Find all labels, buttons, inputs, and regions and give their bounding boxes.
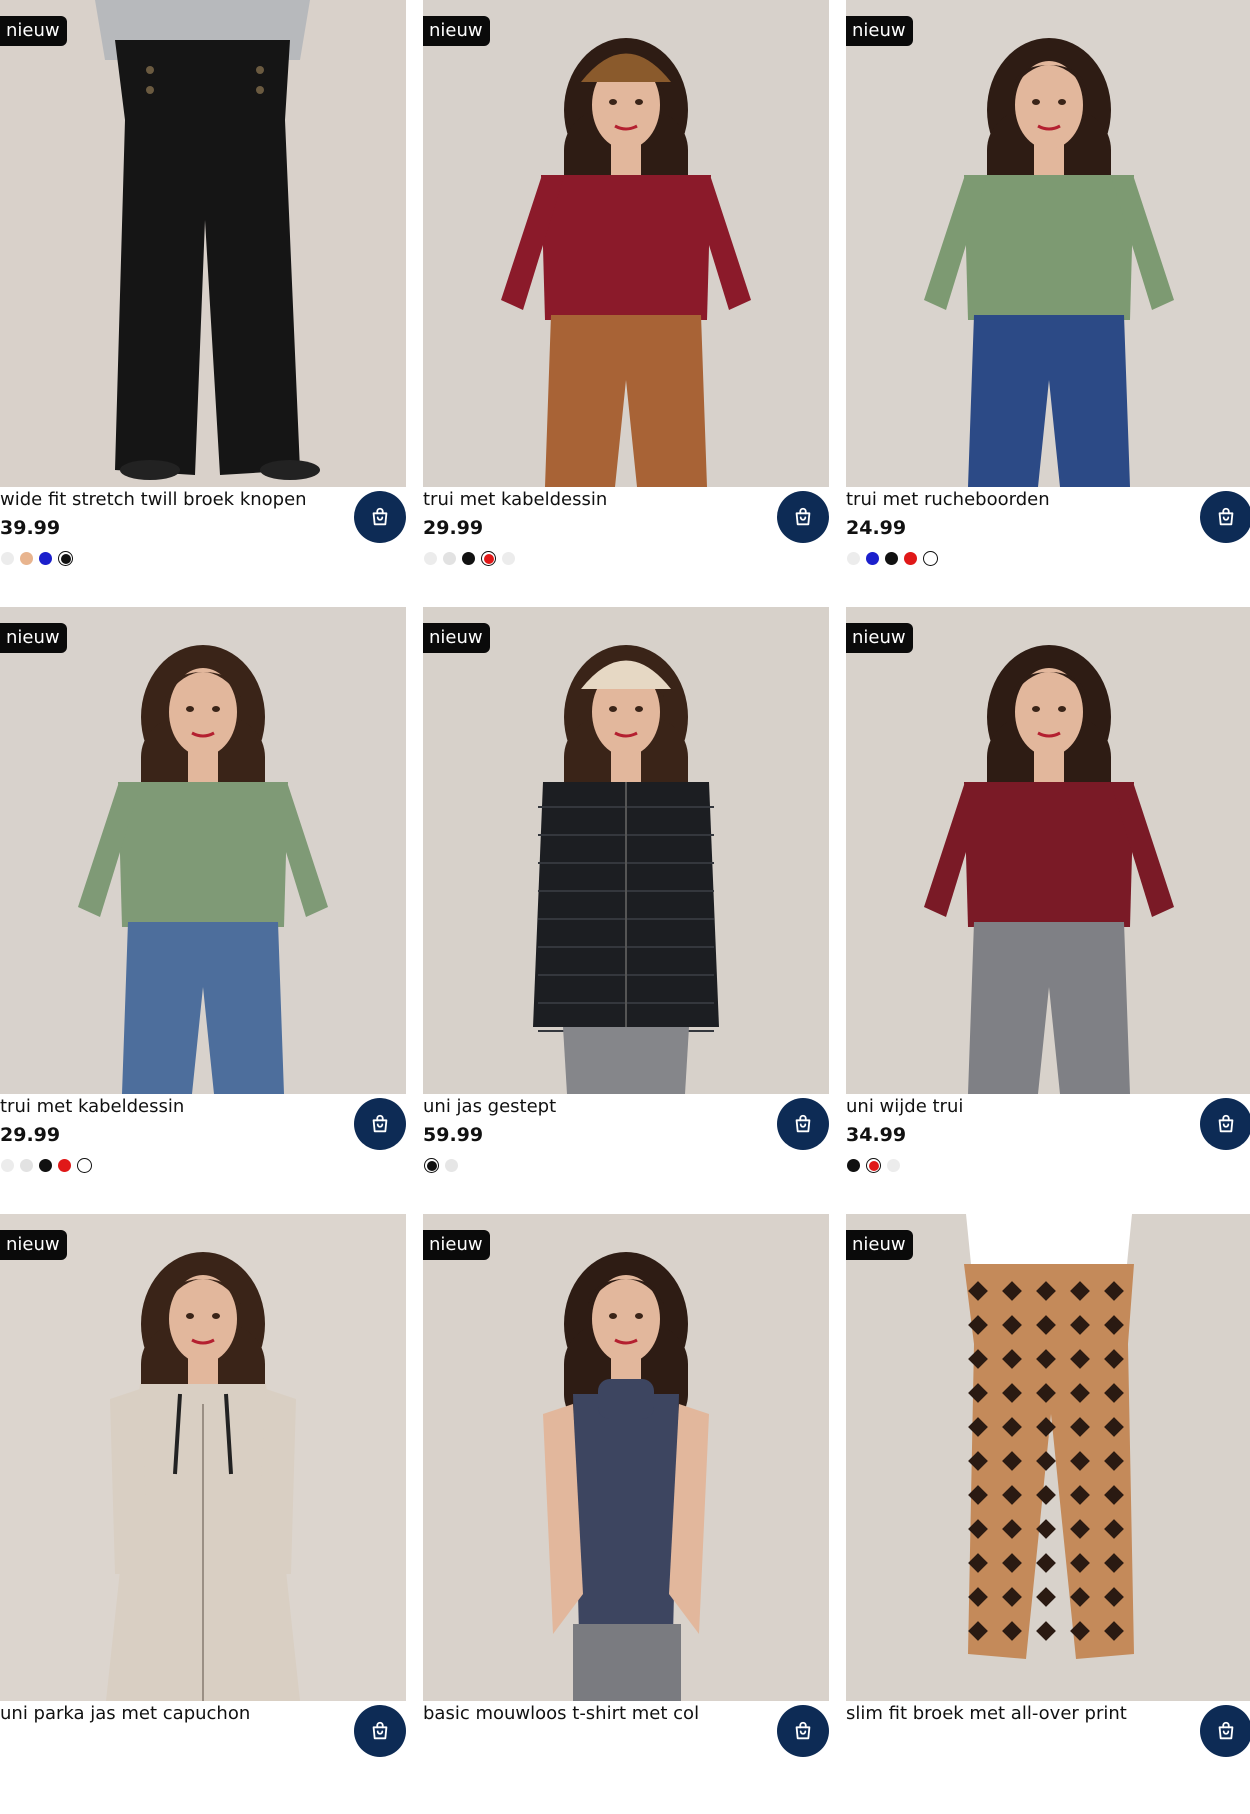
product-price: 29.99 [0, 1124, 61, 1146]
color-swatch[interactable] [39, 552, 52, 565]
shopping-bag-icon [1215, 506, 1237, 528]
product-image[interactable] [423, 607, 829, 1094]
product-price: 59.99 [423, 1124, 484, 1146]
color-swatch[interactable] [887, 1159, 900, 1172]
new-badge: nieuw [0, 623, 67, 653]
new-badge: nieuw [0, 1230, 67, 1260]
add-to-cart-button[interactable] [1200, 491, 1250, 543]
product-card[interactable]: nieuw slim fit broek met all-over print [846, 1214, 1250, 1814]
color-swatch[interactable] [39, 1159, 52, 1172]
product-price: 29.99 [423, 517, 484, 539]
add-to-cart-button[interactable] [354, 1098, 406, 1150]
new-badge: nieuw [846, 16, 913, 46]
product-card[interactable]: nieuw basic mouwloos t-shirt met col [423, 1214, 829, 1814]
product-image[interactable] [846, 0, 1250, 487]
color-swatch[interactable] [58, 1159, 71, 1172]
add-to-cart-button[interactable] [1200, 1098, 1250, 1150]
color-swatch[interactable] [443, 552, 456, 565]
product-card[interactable]: nieuw uni wijde trui 34.99 [846, 607, 1250, 1207]
product-title[interactable]: slim fit broek met all-over print [846, 1703, 1186, 1724]
product-card[interactable]: nieuw trui met kabeldessin 29.99 [0, 607, 406, 1207]
product-title[interactable]: basic mouwloos t-shirt met col [423, 1703, 763, 1724]
color-swatch[interactable] [866, 1158, 881, 1173]
new-badge: nieuw [423, 16, 490, 46]
color-swatch[interactable] [58, 551, 73, 566]
product-title[interactable]: uni parka jas met capuchon [0, 1703, 340, 1724]
color-swatch[interactable] [904, 552, 917, 565]
shopping-bag-icon [369, 1720, 391, 1742]
add-to-cart-button[interactable] [354, 1705, 406, 1757]
color-swatch[interactable] [424, 552, 437, 565]
color-swatch[interactable] [77, 1158, 92, 1173]
add-to-cart-button[interactable] [354, 491, 406, 543]
color-swatches [1, 1158, 92, 1173]
shopping-bag-icon [1215, 1113, 1237, 1135]
color-swatch[interactable] [445, 1159, 458, 1172]
product-image[interactable] [423, 0, 829, 487]
product-card[interactable]: nieuw wide fit stretch twill broek knope… [0, 0, 406, 600]
product-price: 24.99 [846, 517, 907, 539]
product-card[interactable]: nieuw trui met rucheboorden 24.99 [846, 0, 1250, 600]
product-price: 39.99 [0, 517, 61, 539]
add-to-cart-button[interactable] [777, 491, 829, 543]
add-to-cart-button[interactable] [777, 1098, 829, 1150]
product-image[interactable] [0, 1214, 406, 1701]
add-to-cart-button[interactable] [1200, 1705, 1250, 1757]
product-title[interactable]: trui met kabeldessin [0, 1096, 340, 1117]
new-badge: nieuw [423, 623, 490, 653]
color-swatch[interactable] [20, 1159, 33, 1172]
color-swatch[interactable] [481, 551, 496, 566]
shopping-bag-icon [369, 506, 391, 528]
new-badge: nieuw [846, 1230, 913, 1260]
shopping-bag-icon [1215, 1720, 1237, 1742]
color-swatch[interactable] [20, 552, 33, 565]
color-swatch[interactable] [847, 1159, 860, 1172]
color-swatch[interactable] [502, 552, 515, 565]
product-title[interactable]: uni wijde trui [846, 1096, 1186, 1117]
product-card[interactable]: nieuw trui met kabeldessin 29.99 [423, 0, 829, 600]
new-badge: nieuw [423, 1230, 490, 1260]
shopping-bag-icon [369, 1113, 391, 1135]
color-swatch[interactable] [923, 551, 938, 566]
color-swatches [424, 551, 515, 566]
color-swatch[interactable] [847, 552, 860, 565]
product-image[interactable] [0, 0, 406, 487]
color-swatch[interactable] [866, 552, 879, 565]
product-image[interactable] [0, 607, 406, 1094]
product-image[interactable] [423, 1214, 829, 1701]
product-title[interactable]: wide fit stretch twill broek knopen [0, 489, 340, 510]
color-swatches [847, 1158, 900, 1173]
color-swatch[interactable] [1, 552, 14, 565]
product-price: 34.99 [846, 1124, 907, 1146]
product-card[interactable]: nieuw uni jas gestept 59.99 [423, 607, 829, 1207]
color-swatch[interactable] [462, 552, 475, 565]
add-to-cart-button[interactable] [777, 1705, 829, 1757]
shopping-bag-icon [792, 1720, 814, 1742]
new-badge: nieuw [846, 623, 913, 653]
product-title[interactable]: uni jas gestept [423, 1096, 763, 1117]
shopping-bag-icon [792, 506, 814, 528]
color-swatch[interactable] [1, 1159, 14, 1172]
color-swatch[interactable] [885, 552, 898, 565]
new-badge: nieuw [0, 16, 67, 46]
color-swatch[interactable] [424, 1158, 439, 1173]
product-title[interactable]: trui met rucheboorden [846, 489, 1186, 510]
color-swatches [847, 551, 938, 566]
color-swatches [424, 1158, 458, 1173]
color-swatches [1, 551, 73, 566]
shopping-bag-icon [792, 1113, 814, 1135]
product-card[interactable]: nieuw uni parka jas met capuchon [0, 1214, 406, 1814]
product-title[interactable]: trui met kabeldessin [423, 489, 763, 510]
product-grid: nieuw wide fit stretch twill broek knope… [0, 0, 1250, 1757]
product-image[interactable] [846, 607, 1250, 1094]
product-image[interactable] [846, 1214, 1250, 1701]
